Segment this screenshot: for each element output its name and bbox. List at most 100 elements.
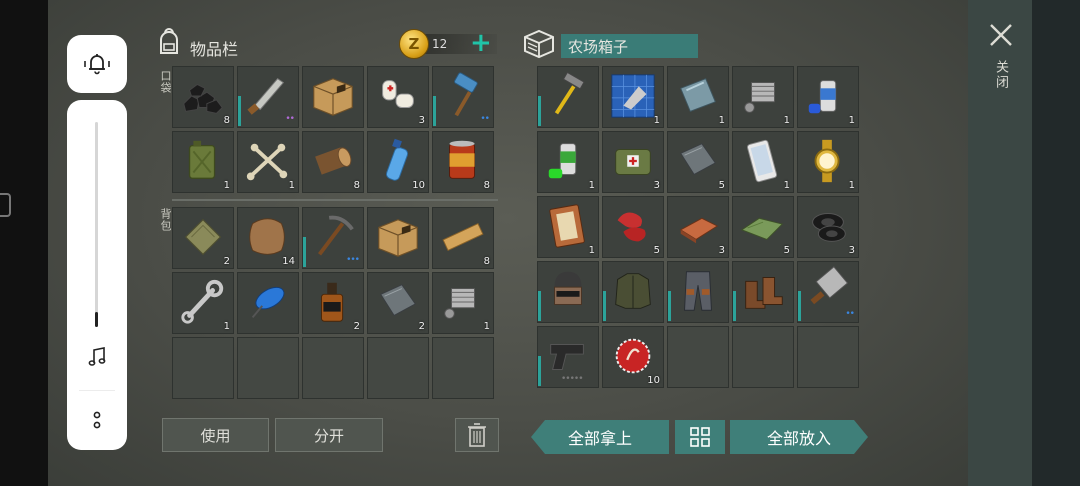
backpack-slot[interactable]: 1 [432, 272, 494, 334]
pocket-slot[interactable]: •• [432, 66, 494, 128]
blueprint-cleaver-icon [611, 74, 655, 118]
box-slot[interactable]: 1 [797, 66, 859, 128]
jerrycan-icon [188, 140, 216, 179]
durability-bar [733, 291, 736, 321]
add-coins-button[interactable]: + [470, 30, 492, 56]
box-slot[interactable] [667, 261, 729, 323]
box-slot[interactable]: 5 [732, 196, 794, 258]
hammer-icon [554, 71, 585, 115]
bandage-icon [382, 80, 414, 109]
durability-bar [538, 356, 541, 386]
box-slot[interactable]: 1 [797, 131, 859, 193]
gold-watch-icon [814, 139, 840, 183]
backpack-slot[interactable]: 8 [432, 207, 494, 269]
box-slot[interactable]: 5 [667, 131, 729, 193]
trash-button[interactable] [455, 418, 499, 452]
item-count: 1 [223, 180, 230, 191]
box-slot[interactable] [732, 326, 794, 388]
box-slot[interactable]: 1 [667, 66, 729, 128]
box-slot[interactable] [732, 261, 794, 323]
take-all-button[interactable]: 全部拿上 [531, 420, 669, 454]
box-slot[interactable]: 1 [537, 131, 599, 193]
item-count: 1 [718, 115, 725, 126]
backpack-slot[interactable] [302, 337, 364, 399]
backpack-slot[interactable]: 1 [172, 272, 234, 334]
close-icon[interactable] [988, 22, 1014, 48]
backpack-slot[interactable]: 2 [172, 207, 234, 269]
box-slot[interactable] [797, 326, 859, 388]
box-slot[interactable]: 1 [732, 131, 794, 193]
backpack-slot[interactable] [172, 337, 234, 399]
cardboard-box-icon [378, 219, 418, 257]
backpack-slot[interactable]: ••• [302, 207, 364, 269]
wrench-icon [181, 279, 224, 324]
pocket-slot[interactable] [302, 66, 364, 128]
bottle-cap-icon [615, 338, 651, 374]
use-button[interactable]: 使用 [162, 418, 269, 452]
pocket-slot[interactable]: 8 [302, 131, 364, 193]
upgrade-dots: •• [845, 309, 855, 319]
bell-vibrate-icon [84, 54, 110, 75]
backpack-slot[interactable] [237, 272, 299, 334]
pocket-slot[interactable]: 8 [432, 131, 494, 193]
box-slot[interactable]: 1 [732, 66, 794, 128]
ringer-mode-button[interactable] [67, 35, 127, 93]
box-slot[interactable]: 10 [602, 326, 664, 388]
more-vertical-icon[interactable] [87, 406, 107, 434]
pocket-slot[interactable]: •• [237, 66, 299, 128]
item-count: 3 [653, 180, 660, 191]
music-note-icon[interactable] [85, 345, 109, 369]
box-slot[interactable]: 3 [602, 131, 664, 193]
backpack-slot[interactable]: 2 [302, 272, 364, 334]
pocket-slot[interactable]: 3 [367, 66, 429, 128]
item-count: 8 [483, 256, 490, 267]
box-slot[interactable]: 3 [797, 196, 859, 258]
durability-bar [538, 291, 541, 321]
item-count: 10 [647, 375, 660, 386]
water-bottle-icon [385, 138, 409, 181]
pants-icon [684, 271, 712, 311]
put-all-button[interactable]: 全部放入 [730, 420, 868, 454]
pocket-slot[interactable]: 10 [367, 131, 429, 193]
upgrade-dots: ••• [346, 255, 360, 265]
pocket-slot[interactable]: 1 [237, 131, 299, 193]
backpack-label: 背包 [159, 208, 172, 232]
box-title: 农场箱子 [568, 38, 629, 56]
canned-food-icon [449, 140, 476, 179]
leather-icon [249, 218, 285, 255]
backpack-slot[interactable] [367, 207, 429, 269]
raw-meat-icon [617, 212, 646, 242]
box-slot[interactable]: 1 [537, 196, 599, 258]
screen-edge-right [1032, 0, 1080, 486]
backpack-slot[interactable] [237, 337, 299, 399]
helmet-icon [554, 271, 582, 305]
backpack-slot[interactable]: 14 [237, 207, 299, 269]
durability-bar [538, 96, 541, 126]
log-icon [315, 147, 352, 175]
item-count: 3 [848, 245, 855, 256]
jacket-icon [615, 273, 651, 309]
box-slot[interactable]: 1 [602, 66, 664, 128]
close-label[interactable]: 关闭 [991, 60, 1010, 90]
backpack-slot[interactable] [432, 337, 494, 399]
volume-slider[interactable] [95, 122, 98, 327]
backpack-grid: 2 14 ••• 8 1 2 2 1 [172, 207, 494, 399]
durability-bar [303, 237, 306, 267]
item-count: 5 [718, 180, 725, 191]
split-button[interactable]: 分开 [275, 418, 383, 452]
box-slot[interactable] [667, 326, 729, 388]
item-count: 1 [783, 115, 790, 126]
sort-grid-button[interactable] [675, 420, 725, 454]
box-slot[interactable] [537, 261, 599, 323]
backpack-slot[interactable]: 2 [367, 272, 429, 334]
box-slot[interactable] [537, 66, 599, 128]
pocket-slot[interactable]: 8 [172, 66, 234, 128]
engine-part-icon [744, 82, 776, 113]
pocket-slot[interactable]: 1 [172, 131, 234, 193]
box-slot[interactable] [602, 261, 664, 323]
box-slot[interactable]: 3 [667, 196, 729, 258]
box-slot[interactable]: •• [797, 261, 859, 323]
backpack-slot[interactable] [367, 337, 429, 399]
box-slot[interactable]: 5 [602, 196, 664, 258]
box-slot[interactable]: ••••• [537, 326, 599, 388]
